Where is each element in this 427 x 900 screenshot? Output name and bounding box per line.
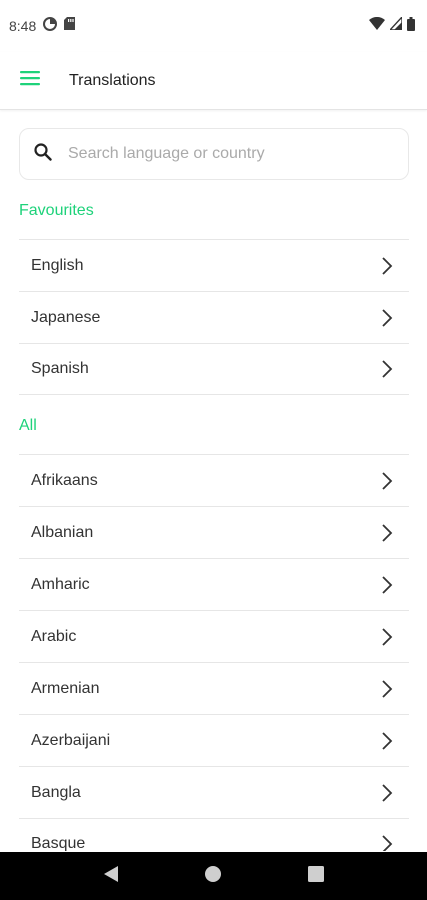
menu-button[interactable]: [0, 52, 60, 110]
list-item-label: Armenian: [31, 679, 100, 697]
chevron-right-icon: [381, 308, 393, 328]
chevron-right-icon: [381, 731, 393, 751]
back-icon: [103, 865, 119, 888]
list-item-albanian[interactable]: Albanian: [19, 506, 409, 558]
list-item-label: Bangla: [31, 783, 81, 801]
list-item-label: Afrikaans: [31, 471, 98, 489]
wifi-icon: [369, 16, 385, 35]
sd-card-icon: [64, 17, 76, 35]
status-right: [369, 15, 415, 36]
search-icon: [34, 142, 52, 166]
search-box[interactable]: [19, 128, 409, 180]
chevron-right-icon: [381, 523, 393, 543]
chevron-right-icon: [381, 679, 393, 699]
main-content: Favourites English Japanese Spanish All …: [0, 111, 427, 851]
list-item-label: Basque: [31, 835, 86, 851]
list-item-arabic[interactable]: Arabic: [19, 610, 409, 662]
home-button[interactable]: [193, 856, 233, 896]
back-button[interactable]: [91, 856, 131, 896]
search-input[interactable]: [68, 145, 368, 163]
battery-icon: [407, 16, 415, 36]
list-item-label: Albanian: [31, 523, 94, 541]
status-time: 8:48: [9, 18, 37, 34]
list-item-label: Spanish: [31, 360, 89, 377]
list-item-label: Amharic: [31, 575, 90, 593]
page-title: Translations: [69, 71, 156, 89]
section-title-favourites: Favourites: [19, 202, 94, 219]
chevron-right-icon: [381, 471, 393, 491]
list-item-label: Arabic: [31, 627, 77, 645]
list-item-label: Japanese: [31, 308, 101, 326]
list-item-japanese[interactable]: Japanese: [19, 291, 409, 343]
list-item-armenian[interactable]: Armenian: [19, 662, 409, 714]
recents-icon: [307, 865, 324, 887]
status-bar: 8:48: [0, 0, 427, 52]
list-item-amharic[interactable]: Amharic: [19, 558, 409, 610]
list-item-label: English: [31, 256, 84, 274]
list-item-english[interactable]: English: [19, 239, 409, 291]
list-item-basque[interactable]: Basque: [19, 818, 409, 851]
chevron-right-icon: [381, 256, 393, 276]
list-item-afrikaans[interactable]: Afrikaans: [19, 454, 409, 506]
home-icon: [204, 865, 222, 888]
chevron-right-icon: [381, 575, 393, 595]
signal-icon: [388, 15, 403, 35]
app-bar: Translations: [0, 52, 427, 110]
list-item-bangla[interactable]: Bangla: [19, 766, 409, 818]
chevron-right-icon: [381, 359, 393, 379]
chevron-right-icon: [381, 783, 393, 803]
all-languages-list: Afrikaans Albanian Amharic Arabic Armeni…: [19, 454, 409, 851]
list-item-label: Azerbaijani: [31, 731, 111, 749]
recents-button[interactable]: [296, 856, 336, 896]
data-saver-icon: [43, 16, 58, 36]
chevron-right-icon: [381, 627, 393, 647]
system-navigation-bar: [0, 852, 427, 900]
favourites-list: English Japanese Spanish: [19, 239, 409, 395]
status-left: 8:48: [9, 16, 76, 36]
section-title-all: All: [19, 417, 37, 434]
hamburger-menu-icon: [20, 70, 40, 91]
list-item-azerbaijani[interactable]: Azerbaijani: [19, 714, 409, 766]
list-item-spanish[interactable]: Spanish: [19, 343, 409, 395]
chevron-right-icon: [381, 834, 393, 851]
